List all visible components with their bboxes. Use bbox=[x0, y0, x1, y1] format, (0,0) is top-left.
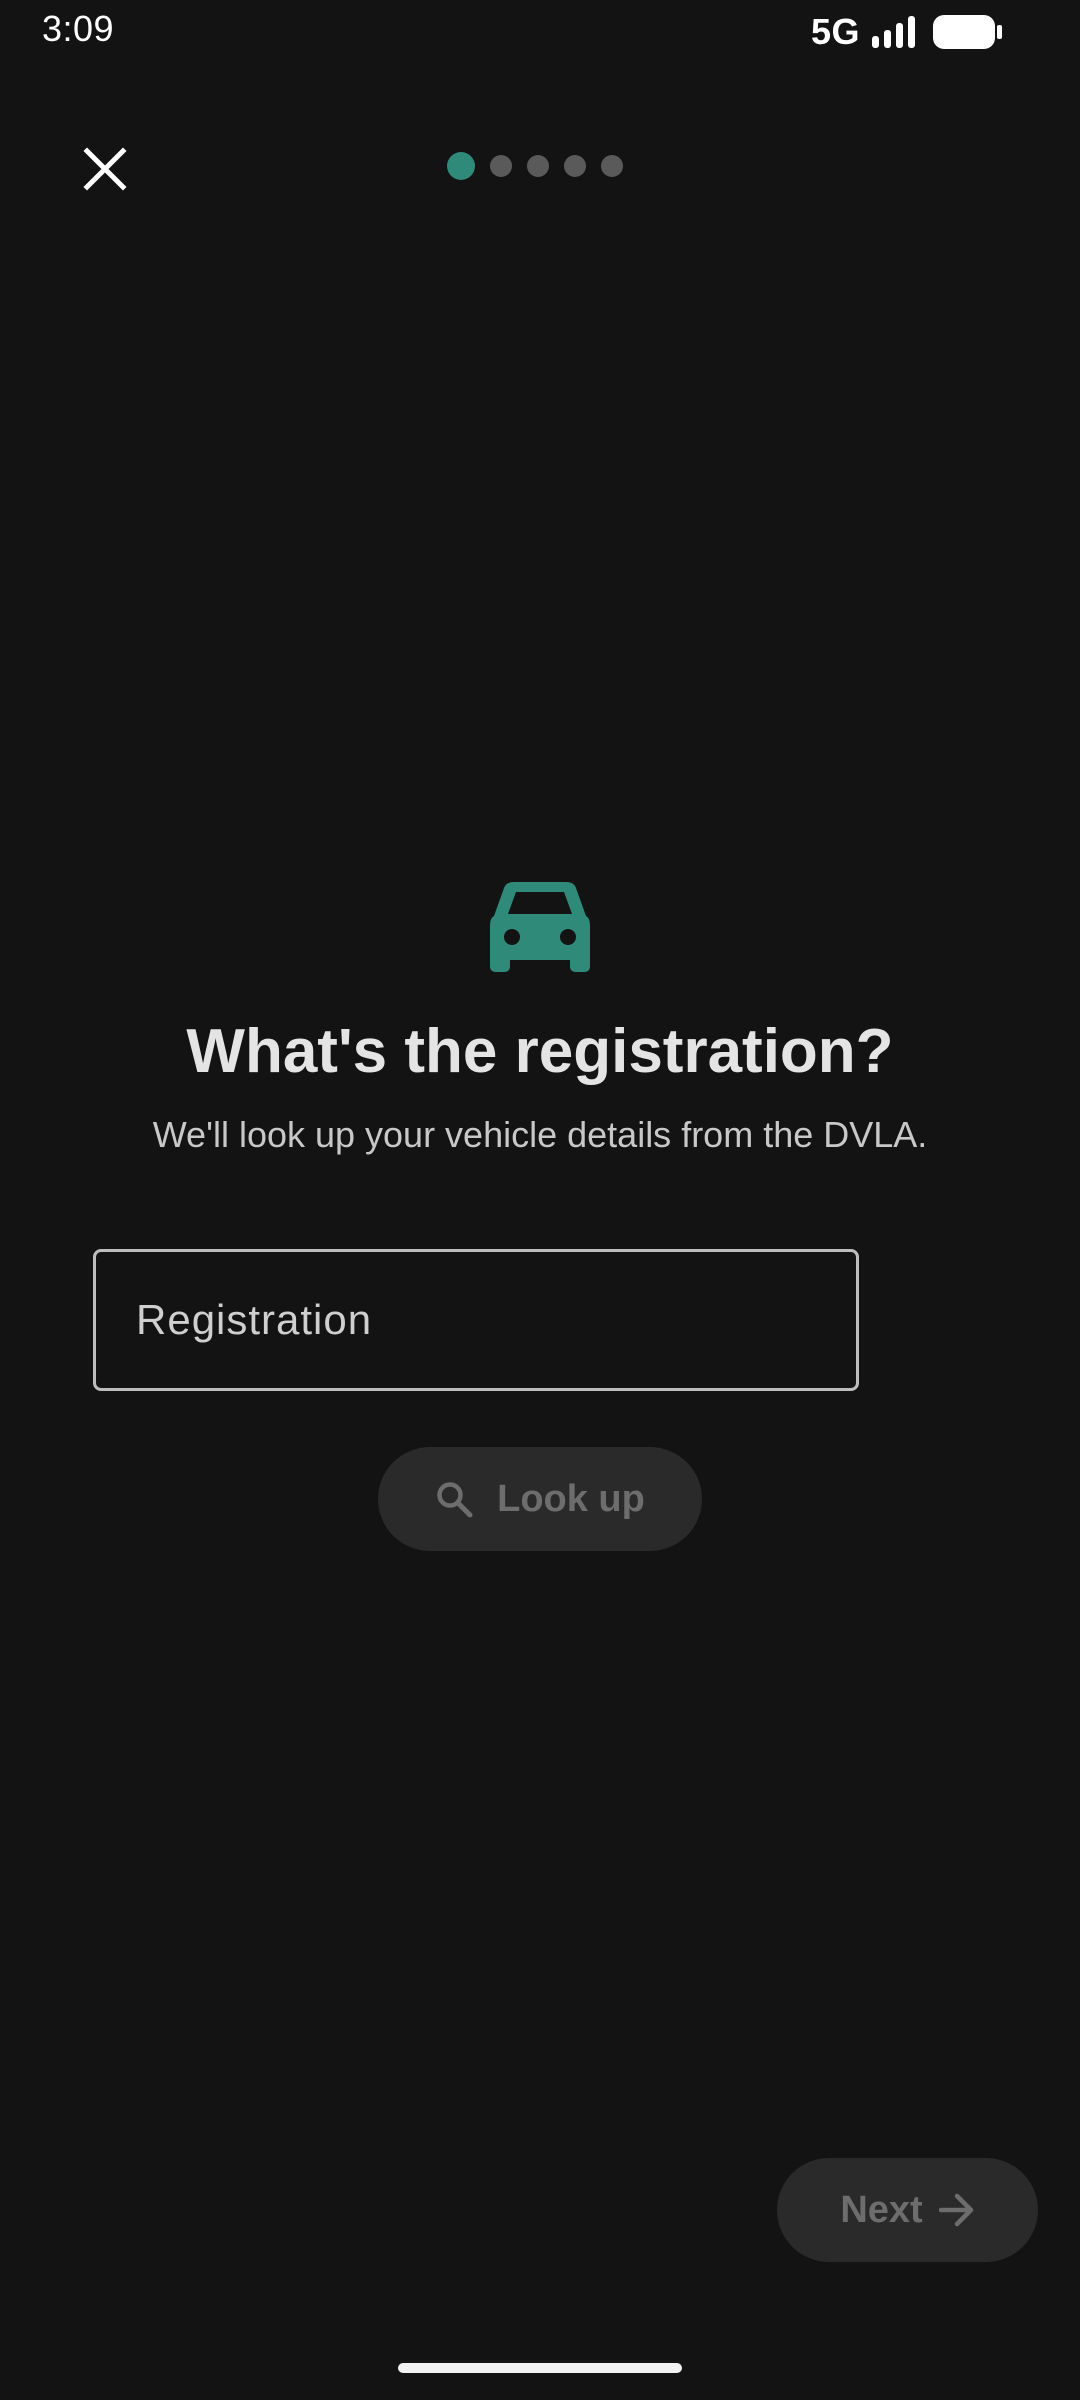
registration-field[interactable] bbox=[93, 1249, 859, 1391]
look-up-label: Look up bbox=[497, 1477, 645, 1520]
look-up-button[interactable]: Look up bbox=[378, 1447, 702, 1551]
step-dot bbox=[490, 155, 512, 177]
status-time: 3:09 bbox=[42, 8, 115, 49]
signal-bars-icon bbox=[872, 16, 915, 48]
page-title: What's the registration? bbox=[186, 1017, 894, 1086]
close-button[interactable] bbox=[64, 128, 146, 210]
next-button[interactable]: Next bbox=[777, 2158, 1038, 2262]
step-dot bbox=[564, 155, 586, 177]
registration-input[interactable] bbox=[134, 1295, 818, 1345]
arrow-right-icon bbox=[938, 2193, 973, 2227]
page-subtitle: We'll look up your vehicle details from … bbox=[152, 1114, 928, 1155]
next-label: Next bbox=[840, 2188, 923, 2231]
step-dot bbox=[601, 155, 623, 177]
status-bar: 3:09 5G bbox=[0, 0, 1080, 64]
battery-icon bbox=[933, 15, 1002, 49]
status-icons: 5G bbox=[811, 10, 1004, 54]
network-type: 5G bbox=[810, 11, 860, 52]
step-indicator bbox=[447, 152, 623, 180]
step-dot bbox=[527, 155, 549, 177]
car-icon bbox=[490, 882, 590, 972]
close-icon bbox=[83, 147, 127, 191]
home-indicator[interactable] bbox=[398, 2363, 682, 2373]
step-dot-active bbox=[447, 152, 475, 180]
search-icon bbox=[437, 1482, 473, 1518]
